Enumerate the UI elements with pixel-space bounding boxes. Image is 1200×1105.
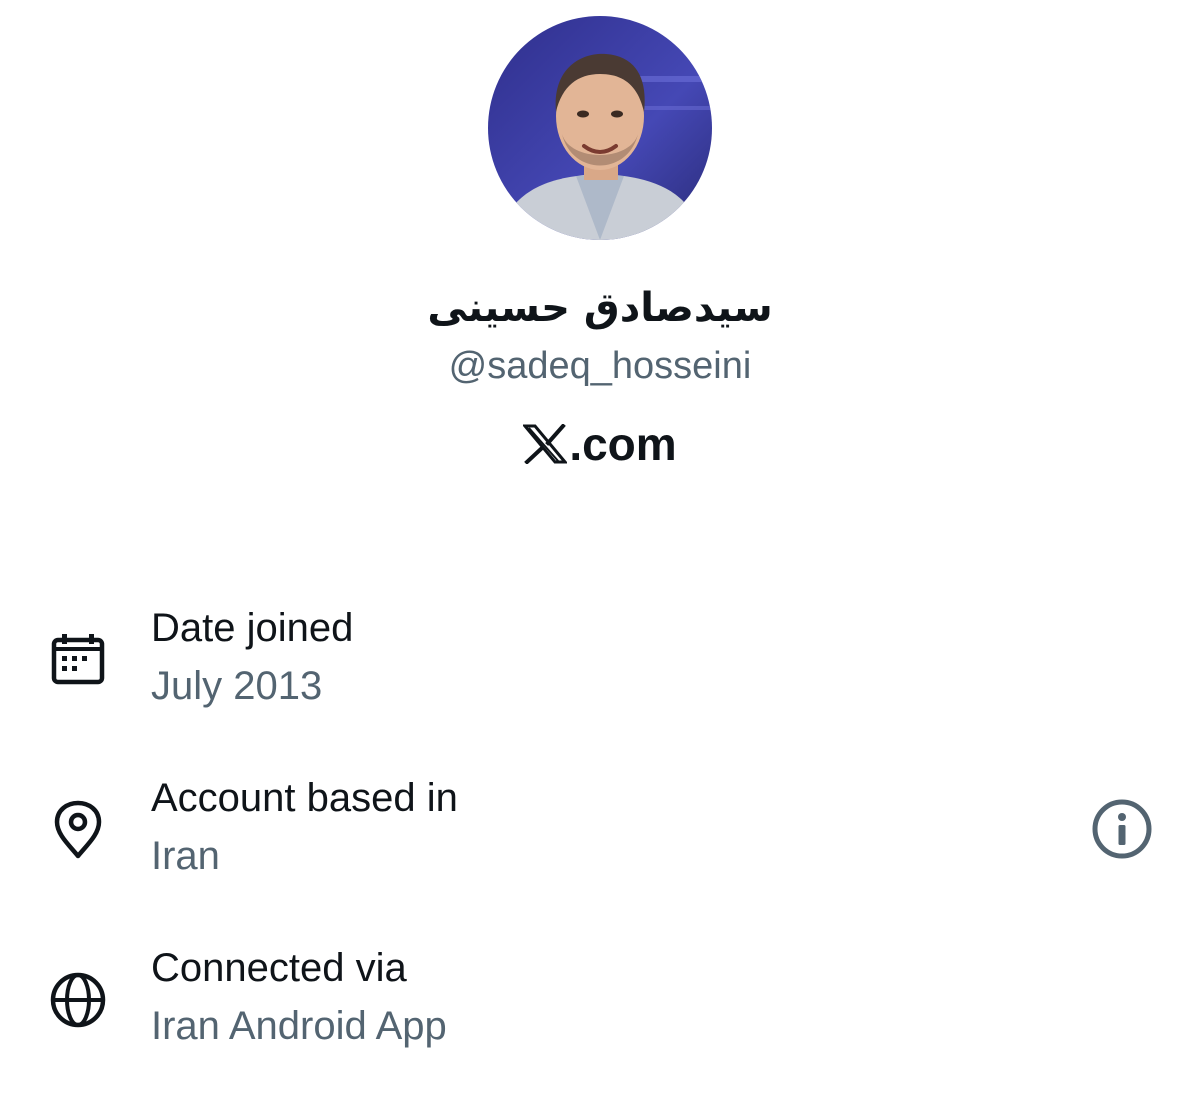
site-domain: .com [569, 418, 677, 470]
account-based-in-row: Account based in Iran [0, 770, 1200, 940]
date-joined-text: Date joined July 2013 [151, 600, 353, 714]
account-info-list: Date joined July 2013 Account based in I… [0, 600, 1200, 1105]
avatar[interactable] [488, 16, 712, 240]
x-logo-icon [523, 424, 568, 464]
connected-via-row: Connected via Iran Android App [0, 940, 1200, 1105]
info-icon[interactable] [1091, 798, 1153, 860]
date-joined-label: Date joined [151, 606, 354, 650]
date-joined-value: July 2013 [151, 664, 323, 708]
date-joined-row: Date joined July 2013 [0, 600, 1200, 770]
username-handle: @sadeq_hosseini [448, 345, 752, 387]
avatar-image [488, 16, 712, 240]
account-based-in-label: Account based in [151, 776, 458, 820]
connected-via-label: Connected via [151, 946, 407, 990]
about-account-page: سیدصادق حسینی @sadeq_hosseini .com Date … [0, 0, 1200, 1105]
display-name: سیدصادق حسینی [427, 285, 773, 331]
location-pin-icon [54, 800, 102, 859]
account-based-in-value: Iran [151, 834, 220, 878]
calendar-icon [51, 634, 105, 685]
globe-icon [50, 972, 106, 1028]
profile-header: سیدصادق حسینی @sadeq_hosseini .com [0, 0, 1200, 472]
connected-via-text: Connected via Iran Android App [151, 940, 447, 1054]
connected-via-value: Iran Android App [151, 1004, 447, 1048]
site-brand: .com [523, 416, 677, 472]
account-based-in-text: Account based in Iran [151, 770, 458, 884]
